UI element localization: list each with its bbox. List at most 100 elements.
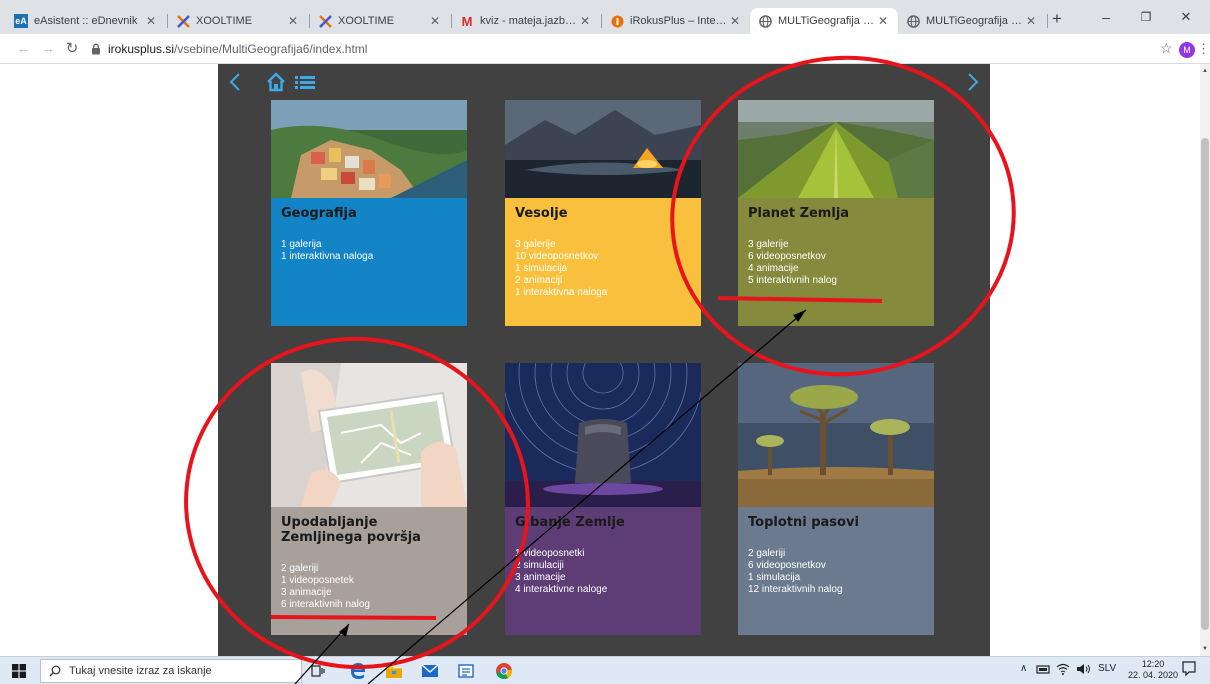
card-stat: 2 simulaciji	[515, 560, 564, 571]
tab-close-icon[interactable]: ✕	[1024, 14, 1038, 28]
tab-title: XOOLTIME	[196, 15, 253, 27]
volume-icon[interactable]	[1076, 663, 1092, 678]
browser-tab-gmail[interactable]: M kviz - mateja.jazbec1@gi ✕	[452, 8, 600, 34]
card-stat: 10 videoposnetkov	[515, 251, 599, 262]
tablet-map-photo	[271, 363, 467, 507]
card-stat: 2 galeriji	[748, 548, 786, 559]
notes-app-icon[interactable]	[456, 661, 476, 681]
address-bar[interactable]: irokusplus.si/vsebine/MultiGeografija6/i…	[90, 38, 1140, 60]
chapter-card-toplotni-pasovi[interactable]: Toplotni pasovi 2 galeriji 6 videoposnet…	[738, 363, 934, 635]
page-scrollbar[interactable]: ▲ ▼	[1200, 64, 1210, 656]
card-stat: 5 interaktivnih nalog	[748, 275, 837, 286]
card-stat: 6 interaktivnih nalog	[281, 599, 370, 610]
xooltime-favicon-icon	[176, 14, 190, 28]
card-stat: 12 interaktivnih nalog	[748, 584, 843, 595]
tab-close-icon[interactable]: ✕	[728, 14, 742, 28]
browser-tab-xooltime-2[interactable]: XOOLTIME ✕	[310, 8, 450, 34]
card-title: Vesolje	[515, 206, 568, 221]
taskbar-search-input[interactable]: Tukaj vnesite izraz za iskanje	[40, 659, 302, 683]
mail-icon[interactable]	[420, 661, 440, 681]
notification-center-icon[interactable]	[1182, 661, 1196, 680]
browser-tab-multigeografija-active[interactable]: MULTiGeografija 6 - ma ✕	[750, 8, 898, 34]
card-stat: 2 animaciji	[515, 275, 563, 286]
file-explorer-icon[interactable]	[384, 661, 404, 681]
browser-tab-strip: eA eAsistent :: eDnevnik ✕ XOOLTIME ✕ XO…	[0, 0, 1210, 34]
url-path: /vsebine/MultiGeografija6/index.html	[174, 42, 368, 56]
tab-close-icon[interactable]: ✕	[144, 14, 158, 28]
new-tab-button[interactable]: +	[1052, 9, 1062, 29]
tab-title: MULTiGeografija 6 - ma	[926, 15, 1024, 27]
bookmark-star-icon[interactable]: ☆	[1160, 40, 1173, 57]
green-ridge-photo	[738, 100, 934, 198]
tab-close-icon[interactable]: ✕	[428, 14, 442, 28]
card-stat: 1 videoposnetek	[281, 575, 354, 586]
card-title: Toplotni pasovi	[748, 515, 859, 530]
card-stat: 3 galerije	[748, 239, 789, 250]
chapter-card-vesolje[interactable]: Vesolje 3 galerije 10 videoposnetkov 1 s…	[505, 100, 701, 326]
clock-time: 12:20	[1141, 659, 1165, 669]
task-view-icon[interactable]	[308, 661, 328, 681]
list-menu-icon[interactable]	[294, 72, 316, 96]
card-title: Upodabljanje Zemljinega površja	[281, 515, 421, 545]
scroll-down-arrow-icon[interactable]: ▼	[1200, 644, 1210, 654]
browser-tab-easistent[interactable]: eA eAsistent :: eDnevnik ✕	[6, 8, 166, 34]
card-body: Geografija 1 galerija 1 interaktivna nal…	[271, 198, 467, 326]
back-arrow-icon[interactable]: ←	[14, 39, 34, 59]
card-stat: 6 videoposnetkov	[748, 251, 826, 262]
globe-favicon-icon	[906, 14, 920, 28]
taskbar-clock[interactable]: 12:20 22. 04. 2020	[1128, 659, 1178, 681]
windows-start-icon[interactable]	[12, 664, 26, 678]
wifi-icon[interactable]	[1056, 663, 1070, 678]
tab-close-icon[interactable]: ✕	[286, 14, 300, 28]
card-title: Gibanje Zemlje	[515, 515, 625, 530]
close-window-button[interactable]: ✕	[1166, 6, 1206, 28]
tab-title: kviz - mateja.jazbec1@gi	[480, 15, 578, 27]
next-chevron-icon[interactable]	[966, 72, 980, 96]
home-icon[interactable]	[266, 72, 286, 96]
star-trails-photo	[505, 363, 701, 507]
edge-browser-icon[interactable]	[348, 661, 368, 681]
browser-tab-irokusplus[interactable]: iRokusPlus – Interaktivni ✕	[602, 8, 750, 34]
card-stat: 1 simulacija	[515, 263, 568, 274]
chapter-card-gibanje-zemlje[interactable]: Gibanje Zemlje 1 videoposnetki 2 simulac…	[505, 363, 701, 635]
chapter-card-geografija[interactable]: Geografija 1 galerija 1 interaktivna nal…	[271, 100, 467, 326]
url-host: irokusplus.si	[108, 42, 175, 56]
search-placeholder: Tukaj vnesite izraz za iskanje	[69, 665, 212, 677]
chrome-icon[interactable]	[494, 661, 514, 681]
tab-close-icon[interactable]: ✕	[578, 14, 592, 28]
card-body: Toplotni pasovi 2 galeriji 6 videoposnet…	[738, 507, 934, 635]
lock-icon	[92, 43, 100, 55]
tab-title: XOOLTIME	[338, 15, 395, 27]
maximize-button[interactable]: ❐	[1126, 6, 1166, 28]
browser-toolbar: ← → ↻ irokusplus.si/vsebine/MultiGeograf…	[0, 34, 1210, 64]
card-stat: 6 videoposnetkov	[748, 560, 826, 571]
tray-overflow-chevron-icon[interactable]: ∧	[1020, 663, 1027, 674]
quiver-trees-photo	[738, 363, 934, 507]
network-icon[interactable]	[1036, 663, 1050, 678]
tab-close-icon[interactable]: ✕	[876, 14, 890, 28]
card-stat: 4 interaktivne naloge	[515, 584, 608, 595]
card-title: Geografija	[281, 206, 357, 221]
card-body: Gibanje Zemlje 1 videoposnetki 2 simulac…	[505, 507, 701, 635]
tab-divider	[1047, 14, 1048, 28]
card-stat: 1 simulacija	[748, 572, 801, 583]
browser-tab-xooltime-1[interactable]: XOOLTIME ✕	[168, 8, 308, 34]
browser-tab-multigeografija[interactable]: MULTiGeografija 6 - ma ✕	[898, 8, 1046, 34]
card-stat: 3 galerije	[515, 239, 556, 250]
reload-icon[interactable]: ↻	[62, 39, 82, 59]
tab-title: eAsistent :: eDnevnik	[34, 15, 138, 27]
previous-chevron-icon[interactable]	[228, 72, 242, 96]
chapter-card-upodabljanje[interactable]: Upodabljanje Zemljinega površja 2 galeri…	[271, 363, 467, 635]
card-title: Planet Zemlja	[748, 206, 850, 221]
menu-kebab-icon[interactable]: ⋮	[1197, 41, 1210, 57]
card-stat: 3 animacije	[515, 572, 566, 583]
chapter-card-planet-zemlja[interactable]: Planet Zemlja 3 galerije 6 videoposnetko…	[738, 100, 934, 326]
profile-avatar[interactable]: M	[1179, 42, 1195, 58]
scrollbar-thumb[interactable]	[1201, 138, 1209, 630]
card-body: Planet Zemlja 3 galerije 6 videoposnetko…	[738, 198, 934, 326]
scroll-up-arrow-icon[interactable]: ▲	[1200, 66, 1210, 76]
forward-arrow-icon[interactable]: →	[38, 39, 58, 59]
language-indicator[interactable]: SLV	[1098, 663, 1116, 674]
irokus-favicon-icon	[610, 14, 624, 28]
minimize-button[interactable]: –	[1086, 6, 1126, 28]
